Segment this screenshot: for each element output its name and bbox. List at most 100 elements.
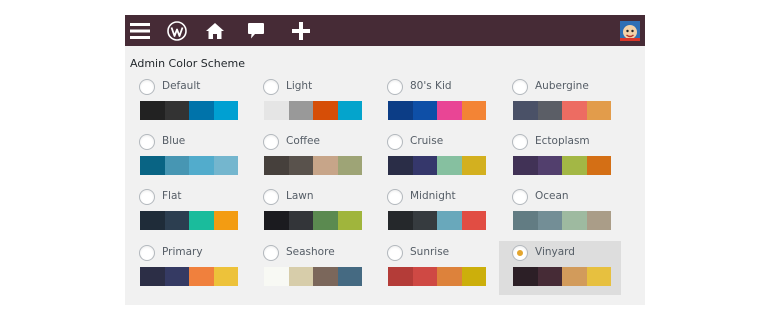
color-swatch bbox=[461, 101, 486, 120]
scheme-radio[interactable] bbox=[387, 189, 403, 205]
menu-icon[interactable] bbox=[129, 15, 151, 46]
color-swatch bbox=[288, 211, 313, 230]
home-icon[interactable] bbox=[203, 15, 227, 46]
color-scheme-flat[interactable]: Flat bbox=[126, 185, 248, 239]
color-scheme-ocean[interactable]: Ocean bbox=[499, 185, 621, 239]
scheme-palette bbox=[140, 211, 238, 230]
scheme-radio[interactable] bbox=[139, 79, 155, 95]
scheme-label: Primary bbox=[162, 246, 203, 258]
color-swatch bbox=[388, 101, 413, 120]
scheme-label: Sunrise bbox=[410, 246, 450, 258]
scheme-radio[interactable] bbox=[139, 189, 155, 205]
color-swatch bbox=[437, 156, 462, 175]
color-scheme-default[interactable]: Default bbox=[126, 75, 248, 129]
scheme-radio[interactable] bbox=[263, 245, 279, 261]
scheme-label: Light bbox=[286, 80, 313, 92]
color-swatch bbox=[264, 156, 289, 175]
color-scheme-light[interactable]: Light bbox=[250, 75, 372, 129]
color-swatch bbox=[412, 156, 437, 175]
color-swatch bbox=[461, 267, 486, 286]
color-swatch bbox=[586, 156, 611, 175]
color-scheme-primary[interactable]: Primary bbox=[126, 241, 248, 295]
scheme-radio[interactable] bbox=[263, 189, 279, 205]
scheme-radio[interactable] bbox=[512, 134, 528, 150]
color-swatch bbox=[513, 156, 538, 175]
color-scheme-seashore[interactable]: Seashore bbox=[250, 241, 372, 295]
color-swatch bbox=[313, 267, 338, 286]
scheme-radio[interactable] bbox=[387, 134, 403, 150]
section-title: Admin Color Scheme bbox=[130, 57, 246, 70]
color-swatch bbox=[537, 101, 562, 120]
color-swatch bbox=[562, 101, 587, 120]
color-swatch bbox=[562, 267, 587, 286]
scheme-radio[interactable] bbox=[387, 79, 403, 95]
color-swatch bbox=[140, 101, 165, 120]
scheme-radio[interactable] bbox=[512, 79, 528, 95]
color-swatch bbox=[537, 156, 562, 175]
color-swatch bbox=[213, 211, 238, 230]
scheme-palette bbox=[388, 267, 486, 286]
color-swatch bbox=[164, 267, 189, 286]
color-scheme-sunrise[interactable]: Sunrise bbox=[374, 241, 496, 295]
color-swatch bbox=[513, 267, 538, 286]
scheme-label: Coffee bbox=[286, 135, 320, 147]
color-swatch bbox=[437, 267, 462, 286]
color-swatch bbox=[337, 267, 362, 286]
scheme-radio[interactable] bbox=[263, 134, 279, 150]
color-scheme-blue[interactable]: Blue bbox=[126, 130, 248, 184]
color-scheme-coffee[interactable]: Coffee bbox=[250, 130, 372, 184]
scheme-radio[interactable] bbox=[387, 245, 403, 261]
color-scheme-cruise[interactable]: Cruise bbox=[374, 130, 496, 184]
scheme-palette bbox=[140, 267, 238, 286]
scheme-radio[interactable] bbox=[263, 79, 279, 95]
scheme-radio[interactable] bbox=[139, 245, 155, 261]
scheme-label: Default bbox=[162, 80, 201, 92]
color-scheme-lawn[interactable]: Lawn bbox=[250, 185, 372, 239]
scheme-label: 80's Kid bbox=[410, 80, 452, 92]
wordpress-logo-icon[interactable] bbox=[165, 15, 189, 46]
scheme-label: Ocean bbox=[535, 190, 569, 202]
color-swatch bbox=[213, 156, 238, 175]
color-swatch bbox=[586, 267, 611, 286]
scheme-palette bbox=[264, 101, 362, 120]
scheme-palette bbox=[140, 101, 238, 120]
color-swatch bbox=[189, 156, 214, 175]
color-swatch bbox=[537, 211, 562, 230]
color-scheme-ectoplasm[interactable]: Ectoplasm bbox=[499, 130, 621, 184]
scheme-radio[interactable] bbox=[512, 189, 528, 205]
scheme-palette bbox=[513, 156, 611, 175]
color-swatch bbox=[189, 101, 214, 120]
user-avatar-icon[interactable] bbox=[619, 15, 641, 46]
color-swatch bbox=[164, 101, 189, 120]
scheme-label: Vinyard bbox=[535, 246, 575, 258]
color-scheme-vinyard[interactable]: Vinyard bbox=[499, 241, 621, 295]
color-swatch bbox=[313, 156, 338, 175]
scheme-palette bbox=[513, 211, 611, 230]
scheme-radio[interactable] bbox=[139, 134, 155, 150]
color-swatch bbox=[437, 101, 462, 120]
admin-frame: Admin Color Scheme Default Light 80's Kid A… bbox=[125, 15, 645, 305]
color-swatch bbox=[264, 211, 289, 230]
color-swatch bbox=[586, 211, 611, 230]
color-swatch bbox=[140, 156, 165, 175]
color-swatch bbox=[586, 101, 611, 120]
plus-icon[interactable] bbox=[289, 15, 313, 46]
color-swatch bbox=[164, 211, 189, 230]
scheme-palette bbox=[513, 101, 611, 120]
color-swatch bbox=[562, 156, 587, 175]
color-scheme-midnight[interactable]: Midnight bbox=[374, 185, 496, 239]
color-swatch bbox=[189, 267, 214, 286]
scheme-palette bbox=[264, 156, 362, 175]
comment-icon[interactable] bbox=[245, 15, 267, 46]
color-swatch bbox=[189, 211, 214, 230]
scheme-label: Ectoplasm bbox=[535, 135, 590, 147]
scheme-label: Lawn bbox=[286, 190, 314, 202]
color-swatch bbox=[140, 267, 165, 286]
color-scheme-80-s-kid[interactable]: 80's Kid bbox=[374, 75, 496, 129]
color-scheme-aubergine[interactable]: Aubergine bbox=[499, 75, 621, 129]
scheme-label: Cruise bbox=[410, 135, 444, 147]
scheme-label: Midnight bbox=[410, 190, 456, 202]
radio-selected-dot bbox=[517, 250, 523, 256]
scheme-radio[interactable] bbox=[512, 245, 528, 261]
color-swatch bbox=[313, 101, 338, 120]
